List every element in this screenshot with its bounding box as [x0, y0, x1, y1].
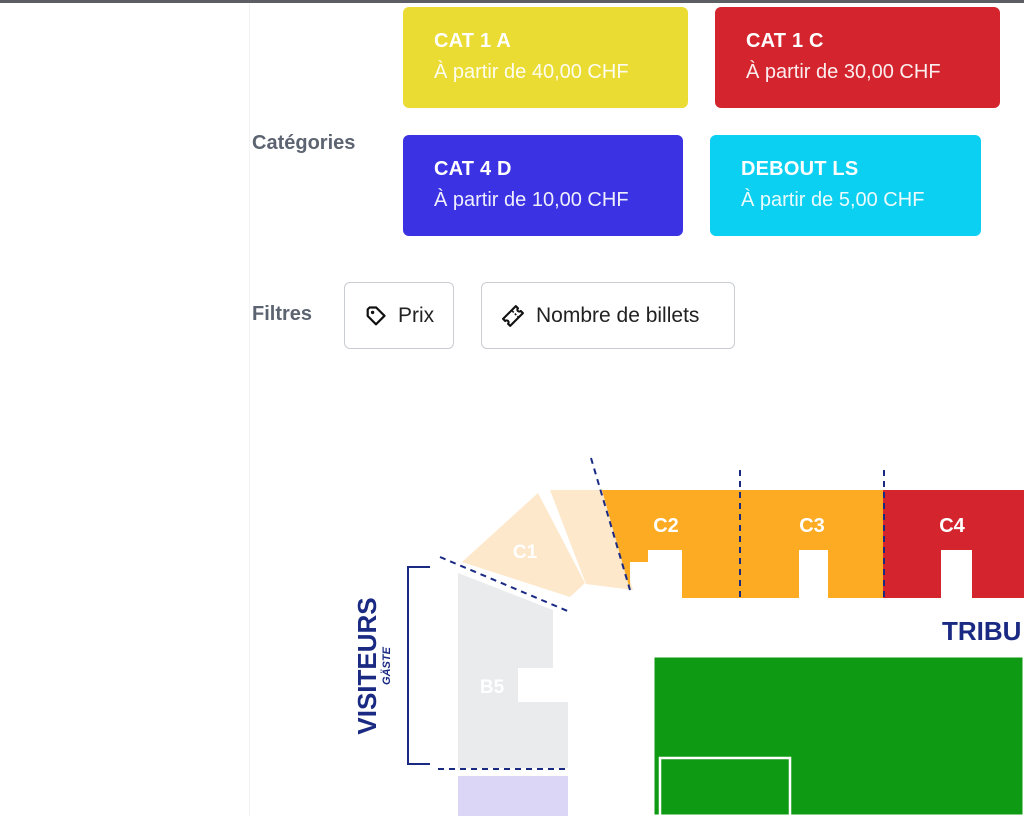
category-price: À partir de 30,00 CHF — [746, 61, 941, 83]
category-card-cat-1c[interactable]: CAT 1 C À partir de 30,00 CHF — [715, 7, 1000, 108]
category-name: DEBOUT LS — [741, 158, 859, 180]
ticket-icon — [502, 304, 524, 327]
category-price: À partir de 5,00 CHF — [741, 189, 925, 211]
pitch — [651, 654, 1024, 816]
visitors-sub-label: GÄSTE — [380, 646, 393, 685]
ticket-count-filter-button[interactable]: Nombre de billets — [481, 282, 735, 349]
category-name: CAT 4 D — [434, 158, 512, 180]
section-b5-label: B5 — [480, 677, 505, 698]
section-c4[interactable] — [883, 490, 1024, 598]
section-lower[interactable] — [458, 776, 568, 816]
category-price: À partir de 40,00 CHF — [434, 61, 629, 83]
section-c4-label: C4 — [939, 515, 965, 537]
filters-label: Filtres — [252, 303, 313, 325]
price-filter-button[interactable]: Prix — [344, 282, 454, 349]
category-name: CAT 1 A — [434, 30, 511, 52]
category-card-cat-4d[interactable]: CAT 4 D À partir de 10,00 CHF — [403, 135, 683, 236]
visitors-label: VISITEURS — [352, 597, 382, 734]
category-price: À partir de 10,00 CHF — [434, 189, 629, 211]
categories-label: Catégories — [252, 132, 356, 154]
category-name: CAT 1 C — [746, 30, 824, 52]
tribune-label: TRIBU — [942, 616, 1021, 646]
category-card-debout-ls[interactable]: DEBOUT LS À partir de 5,00 CHF — [710, 135, 981, 236]
category-card-cat-1a[interactable]: CAT 1 A À partir de 40,00 CHF — [403, 7, 688, 108]
section-c1-label: C1 — [513, 542, 538, 563]
stadium-seat-map: C1 C2 C3 C4 B5 VISITEURS GÄSTE TRIBU — [352, 457, 1024, 816]
section-b5[interactable] — [458, 573, 568, 768]
section-c2-label: C2 — [653, 515, 679, 537]
section-c3-label: C3 — [799, 515, 825, 537]
filter-label: Prix — [398, 303, 435, 327]
filter-label: Nombre de billets — [536, 303, 700, 327]
price-tag-icon — [366, 305, 386, 325]
section-c2-c3[interactable] — [602, 490, 883, 598]
left-margin — [0, 3, 250, 816]
